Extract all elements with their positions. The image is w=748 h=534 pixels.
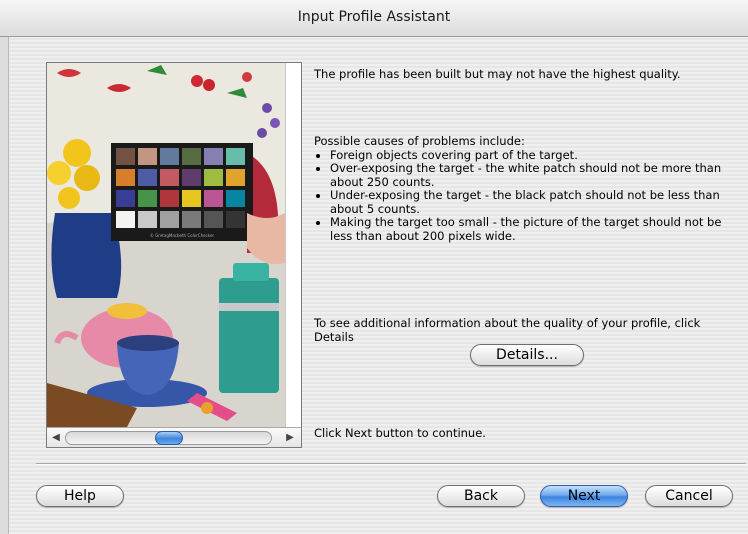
next-button[interactable]: Next bbox=[540, 485, 628, 507]
cause-item: Foreign objects covering part of the tar… bbox=[330, 148, 734, 163]
checker-caption: © GretagMacbeth ColorChecker bbox=[150, 233, 214, 238]
continue-note: Click Next button to continue. bbox=[314, 426, 486, 440]
causes-section: Possible causes of problems include: For… bbox=[314, 134, 734, 244]
details-button[interactable]: Details... bbox=[470, 344, 584, 366]
target-image-viewer: © GretagMacbeth ColorChecker ◀ ▶ bbox=[46, 62, 302, 448]
image-horizontal-scrollbar[interactable]: ◀ ▶ bbox=[47, 427, 301, 447]
help-button[interactable]: Help bbox=[36, 485, 124, 507]
causes-list: Foreign objects covering part of the tar… bbox=[314, 148, 734, 244]
target-photo: © GretagMacbeth ColorChecker bbox=[47, 63, 285, 427]
scroll-right-arrow-icon[interactable]: ▶ bbox=[283, 431, 297, 445]
window-titlebar[interactable]: Input Profile Assistant bbox=[0, 0, 748, 37]
quality-note: The profile has been built but may not h… bbox=[314, 67, 681, 81]
cancel-button[interactable]: Cancel bbox=[645, 485, 733, 507]
causes-title: Possible causes of problems include: bbox=[314, 134, 525, 148]
scroll-left-arrow-icon[interactable]: ◀ bbox=[49, 431, 63, 445]
details-note: To see additional information about the … bbox=[314, 316, 701, 344]
cause-item: Under-exposing the target - the black pa… bbox=[330, 188, 734, 216]
back-button[interactable]: Back bbox=[437, 485, 525, 507]
target-photo-drawing: © GretagMacbeth ColorChecker bbox=[47, 63, 285, 427]
footer-divider bbox=[36, 463, 746, 465]
window-title: Input Profile Assistant bbox=[297, 9, 451, 25]
side-panel bbox=[0, 37, 9, 534]
image-vertical-gutter bbox=[285, 63, 301, 427]
cause-item: Making the target too small - the pictur… bbox=[330, 215, 734, 243]
scroll-thumb[interactable] bbox=[155, 431, 183, 445]
cause-item: Over-exposing the target - the white pat… bbox=[330, 161, 734, 189]
scroll-track[interactable] bbox=[65, 431, 272, 445]
